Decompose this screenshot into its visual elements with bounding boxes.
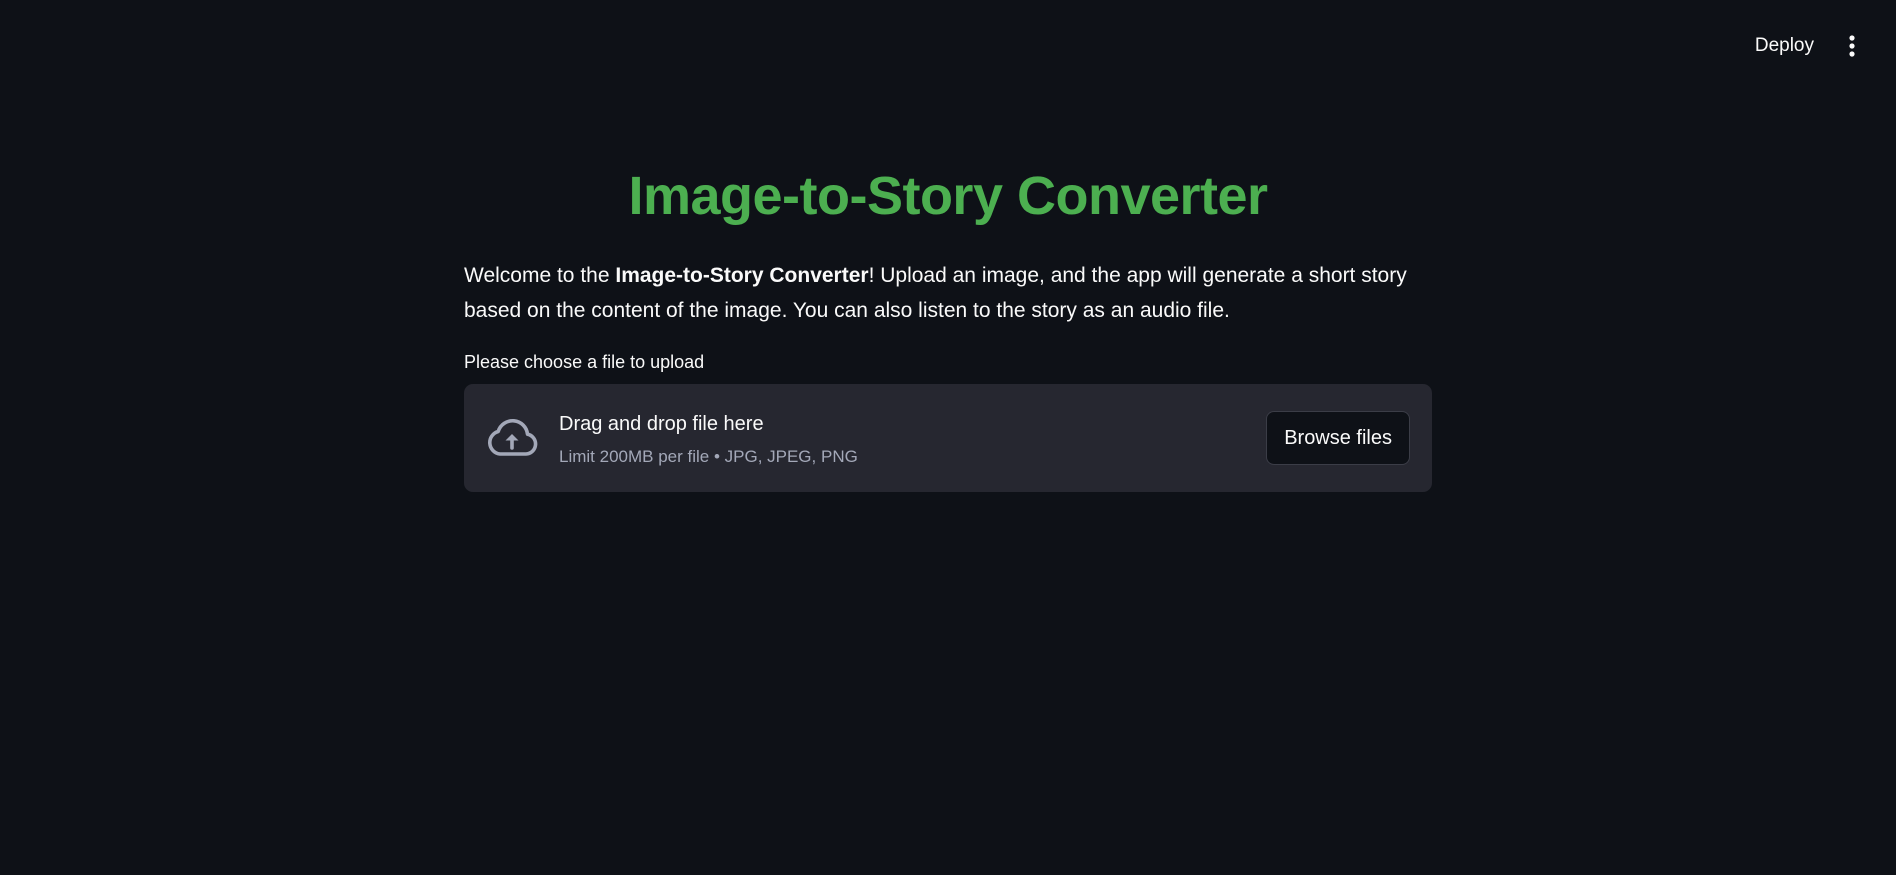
cloud-upload-icon [486, 418, 538, 458]
header-toolbar: Deploy [1751, 28, 1864, 64]
file-limit-text: Limit 200MB per file • JPG, JPEG, PNG [559, 447, 858, 466]
dropzone-instructions: Drag and drop file here Limit 200MB per … [559, 410, 858, 468]
intro-prefix: Welcome to the [464, 264, 616, 287]
file-dropzone[interactable]: Drag and drop file here Limit 200MB per … [464, 384, 1432, 492]
drag-drop-text: Drag and drop file here [559, 413, 764, 435]
main-content: Image-to-Story Converter Welcome to the … [464, 0, 1432, 492]
uploader-label: Please choose a file to upload [464, 352, 705, 372]
kebab-menu-icon[interactable] [1840, 28, 1864, 64]
intro-app-name: Image-to-Story Converter [615, 264, 869, 287]
deploy-button[interactable]: Deploy [1751, 29, 1818, 63]
intro-paragraph: Welcome to the Image-to-Story Converter!… [464, 258, 1432, 328]
browse-files-button[interactable]: Browse files [1266, 411, 1410, 465]
page-title: Image-to-Story Converter [628, 166, 1268, 226]
